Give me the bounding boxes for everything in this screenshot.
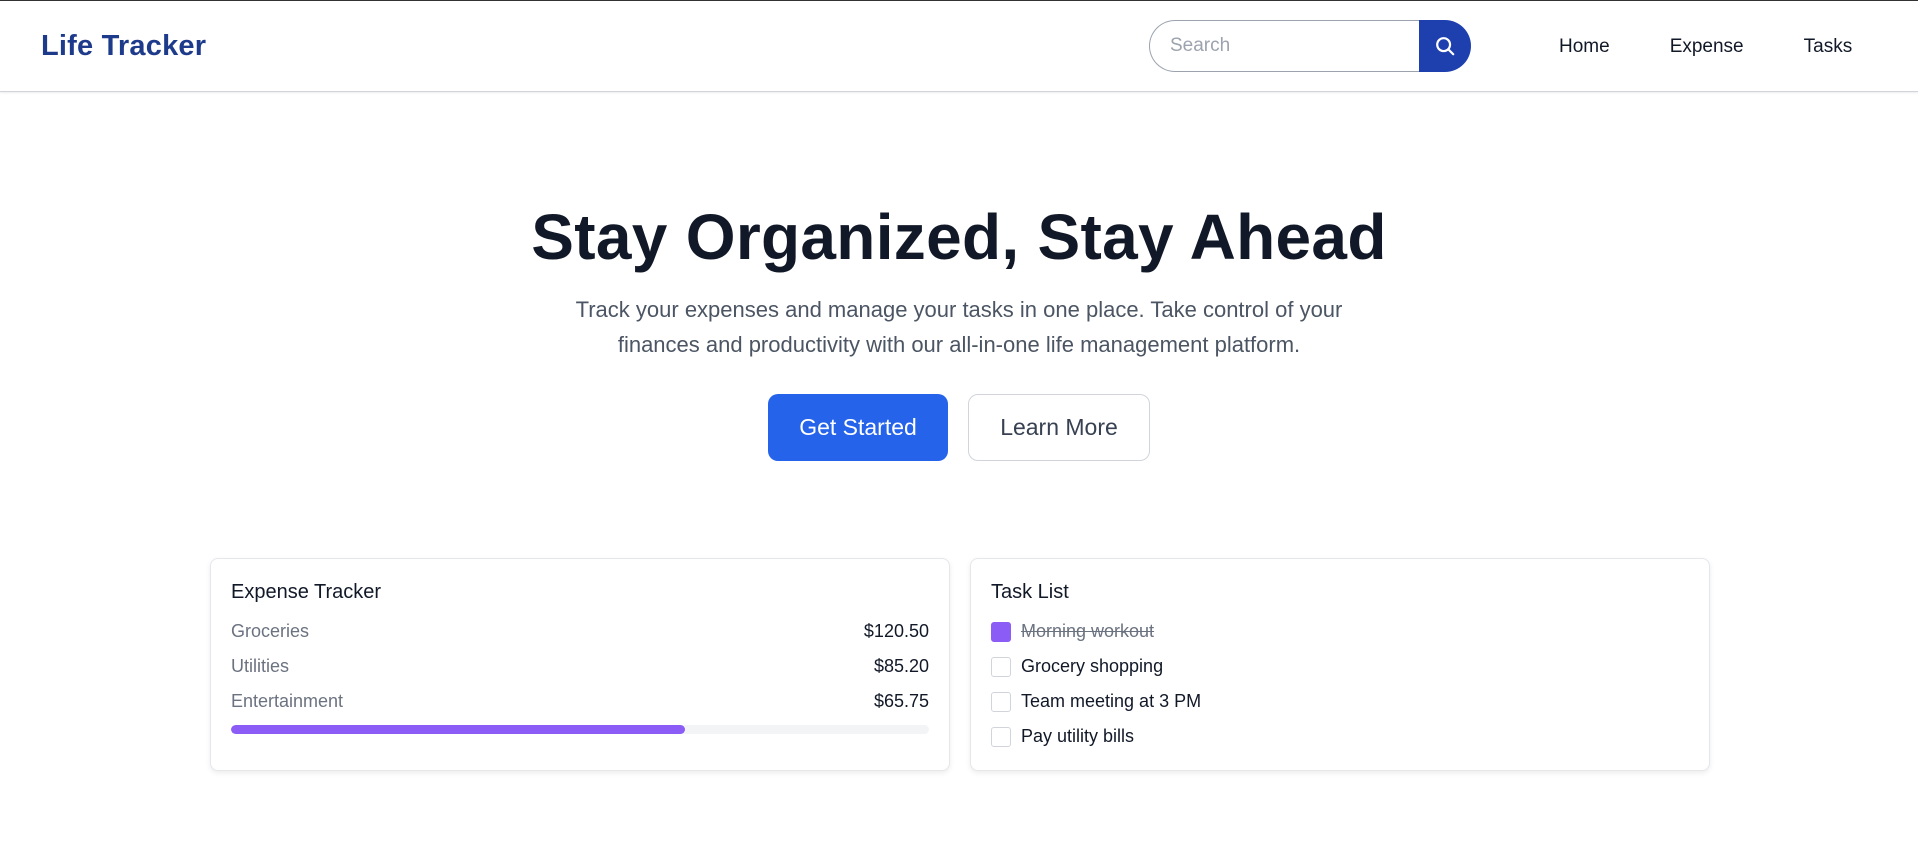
task-checkbox[interactable]: [991, 621, 1011, 642]
expense-label: Groceries: [231, 621, 310, 641]
expense-label: Entertainment: [231, 691, 344, 711]
task-text: Morning workout: [1021, 621, 1155, 641]
task-text: Pay utility bills: [1021, 726, 1135, 746]
site-header: Life Tracker Home Expense Tasks: [0, 1, 1918, 92]
brand-logo[interactable]: Life Tracker: [41, 30, 206, 63]
task-list-card: Task List Morning workout Grocery shoppi…: [970, 558, 1710, 771]
task-item: Team meeting at 3 PM: [991, 684, 1689, 719]
expense-amount: $85.20: [873, 656, 929, 676]
search-bar: [1149, 20, 1471, 72]
hero-actions: Get Started Learn More: [0, 394, 1918, 461]
task-item: Pay utility bills: [991, 719, 1689, 754]
get-started-button[interactable]: Get Started: [768, 394, 948, 461]
expense-row: Entertainment $65.75: [231, 684, 929, 719]
expense-label: Utilities: [231, 656, 290, 676]
task-card-title: Task List: [991, 581, 1069, 603]
hero-title: Stay Organized, Stay Ahead: [531, 201, 1387, 273]
expense-tracker-card: Expense Tracker Groceries $120.50 Utilit…: [210, 558, 950, 771]
nav-expense[interactable]: Expense: [1670, 36, 1744, 58]
search-input[interactable]: [1149, 20, 1419, 72]
expense-row: Groceries $120.50: [231, 614, 929, 649]
task-item: Morning workout: [991, 614, 1689, 649]
search-icon: [1436, 37, 1455, 56]
task-item: Grocery shopping: [991, 649, 1689, 684]
task-checkbox[interactable]: [991, 726, 1011, 747]
task-checkbox[interactable]: [991, 691, 1011, 712]
nav-home[interactable]: Home: [1559, 36, 1610, 58]
expense-amount: $65.75: [873, 691, 929, 711]
main-nav: Home Expense Tasks: [1559, 36, 1852, 58]
expense-progress-bar: [231, 725, 929, 734]
task-text: Team meeting at 3 PM: [1021, 691, 1202, 711]
learn-more-button[interactable]: Learn More: [968, 394, 1150, 461]
nav-tasks[interactable]: Tasks: [1804, 36, 1853, 58]
task-checkbox[interactable]: [991, 656, 1011, 677]
expense-progress-fill: [231, 725, 685, 734]
expense-card-title: Expense Tracker: [231, 581, 382, 603]
task-text: Grocery shopping: [1021, 656, 1164, 676]
expense-row: Utilities $85.20: [231, 649, 929, 684]
expense-amount: $120.50: [863, 621, 929, 641]
hero-subtitle: Track your expenses and manage your task…: [575, 297, 1343, 357]
hero-section: Stay Organized, Stay Ahead Track your ex…: [0, 200, 1918, 461]
search-button[interactable]: [1419, 20, 1471, 72]
